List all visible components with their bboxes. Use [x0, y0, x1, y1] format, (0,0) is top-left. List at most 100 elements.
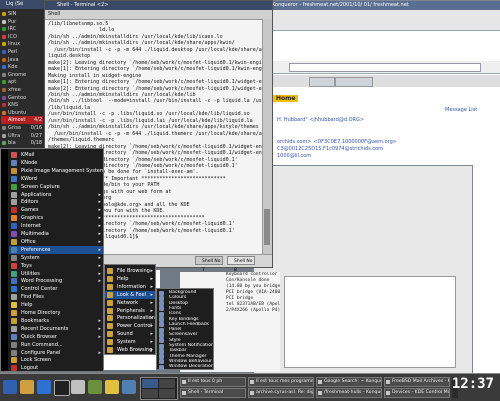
kmenu-item[interactable]: Internet ▸ [9, 222, 103, 230]
submenu-arrow-icon: ▸ [150, 339, 153, 346]
konqueror-icon[interactable] [37, 380, 51, 394]
taskbar-button[interactable]: Il est tous mes programmes à LANIC [248, 377, 314, 387]
taskbar-button[interactable]: /freshmeat-hulls - Konqueror [316, 388, 382, 398]
preferences-item[interactable]: Peripherals ▸ [105, 307, 155, 315]
kmenu-item[interactable]: Pixie Image Management System [9, 167, 103, 175]
device-list[interactable] [284, 276, 456, 368]
kmenu-item-icon [11, 175, 17, 182]
bookmark-button[interactable] [309, 77, 335, 87]
taskbar-button[interactable]: Google Search: ~ Konqueror [316, 377, 382, 387]
email-line-3[interactable]: 1000@lil.com [277, 153, 311, 159]
kmenu-item[interactable]: Quick Browser ▸ [9, 333, 103, 341]
kmenu-item-label: KWord [21, 175, 37, 182]
terminal-tab[interactable]: Shell [48, 11, 60, 17]
browser-toolbar [269, 10, 500, 31]
taskbar-button[interactable]: Il est tous 0 ph [180, 377, 246, 387]
kmenu-item[interactable]: Control Center [9, 285, 103, 293]
look-feel-item[interactable]: Window Decoration [157, 364, 213, 370]
terminal-line: make[1]: Entering directory `/home/seb/w… [48, 66, 262, 73]
konsole-tab-8[interactable]: Shell No 8 [227, 256, 255, 273]
kmenu-item[interactable]: Home Directory [9, 309, 103, 317]
kmenu-item-label: Internet [21, 223, 41, 230]
mail-icon[interactable] [71, 380, 85, 394]
kmenu-item[interactable]: Word Processing ▸ [9, 277, 103, 285]
kmenu-item[interactable]: Games ▸ [9, 206, 103, 214]
kmenu-item[interactable]: Office ▸ [9, 238, 103, 246]
kmenu-item-icon [11, 167, 17, 174]
preferences-item[interactable]: Information ▸ [105, 283, 155, 291]
task-window-icon [386, 391, 390, 395]
editor-icon[interactable] [88, 380, 102, 394]
submenu-arrow-icon: ▸ [150, 283, 153, 290]
look-feel-item-label: Panel [169, 327, 182, 333]
email-line-2[interactable]: C3@0012C25D15.F1c0974@strichids.com [277, 146, 383, 152]
pager-desk-1[interactable] [142, 379, 158, 388]
preferences-item[interactable]: Network ▸ [105, 299, 155, 307]
kmenu-item[interactable]: Recent Documents ▸ [9, 325, 103, 333]
sidebar-item[interactable]: bla 0/18 [1, 139, 43, 147]
submenu-arrow-icon: ▸ [98, 223, 101, 230]
preferences-item[interactable]: Personalization ▸ [105, 314, 155, 322]
kmenu-item-label: System [21, 254, 40, 261]
terminal-icon[interactable] [54, 380, 70, 396]
location-input[interactable] [289, 63, 481, 72]
taskbar-button[interactable]: archive.cyrus-asl. Re: digest-md [248, 388, 314, 398]
folder-icon [107, 339, 113, 346]
preferences-item[interactable]: Help ▸ [105, 275, 155, 283]
taskbar-button[interactable]: Devices - KDE Control Module [384, 388, 450, 398]
terminal-scrollbar[interactable] [262, 19, 272, 255]
preferences-item[interactable]: File Browsing ▸ [105, 267, 155, 275]
kmenu: KMail KNode Pixie Image Management System K… [0, 148, 104, 372]
kmenu-item[interactable]: Editors ▸ [9, 198, 103, 206]
desktop-pager[interactable] [140, 377, 178, 400]
kmenu-item[interactable]: System ▸ [9, 254, 103, 262]
kmenu-item[interactable]: KNode [9, 159, 103, 167]
browser-titlebar[interactable]: Konqueror - freshmeat.net/2001/10/ 01/ f… [269, 1, 500, 10]
kmenu-item-icon [11, 238, 17, 245]
kmenu-item[interactable]: Logout [9, 364, 103, 372]
kmenu-item[interactable]: Bookmarks ▸ [9, 317, 103, 325]
kmenu-item[interactable]: Help [9, 301, 103, 309]
kmenu-item[interactable]: Multimedia ▸ [9, 230, 103, 238]
clock[interactable]: 12:37 [452, 376, 494, 392]
preferences-item[interactable]: System ▸ [105, 338, 155, 346]
kmenu-item[interactable]: Applications ▸ [9, 191, 103, 199]
kmenu-item[interactable]: Toys ▸ [9, 262, 103, 270]
browser-bookmarks [269, 75, 500, 87]
kmenu-item-label: Word Processing [21, 278, 63, 285]
settings-icon[interactable] [122, 380, 136, 394]
kmenu-item[interactable]: Configure Panel ▸ [9, 349, 103, 357]
preferences-item[interactable]: Look & Feel ▸ [105, 290, 155, 299]
pager-desk-3[interactable] [142, 389, 158, 398]
channel-icon [2, 133, 6, 138]
kmenu-item[interactable]: Lock Screen [9, 356, 103, 364]
message-list-label[interactable]: Message List [445, 107, 477, 113]
kmenu-item[interactable]: Run Command... [9, 341, 103, 349]
home-icon[interactable] [20, 380, 34, 394]
kmenu-item[interactable]: KMail [9, 151, 103, 159]
taskbar-button[interactable]: FreeBSD Mail Archives - Konqueror [384, 377, 450, 387]
kmenu-button-icon[interactable] [3, 380, 17, 394]
kmenu-item[interactable]: Screen Capture [9, 183, 103, 191]
entertainment-bookmark[interactable] [335, 77, 373, 87]
kmenu-item[interactable]: Find Files [9, 293, 103, 301]
scroll-thumb[interactable] [264, 209, 270, 245]
pager-desk-4[interactable] [159, 389, 175, 398]
help-icon[interactable] [105, 380, 119, 394]
preferences-item[interactable]: Power Control ▸ [105, 322, 155, 330]
preferences-item[interactable]: Web Browsing ▸ [105, 346, 155, 354]
email-line-1[interactable]: orchids.com> <DF3C0E7.1000000F@aem.org> [277, 139, 397, 145]
kmenu-item[interactable]: Preferences ▸ [9, 245, 103, 254]
submenu-arrow-icon: ▸ [150, 291, 153, 298]
kmenu-item[interactable]: KWord [9, 175, 103, 183]
submenu-arrow-icon: ▸ [98, 278, 101, 285]
terminal-line: /bin/sh ../admin/mkinstalldirs /usr/loca… [48, 124, 259, 131]
kmenu-item[interactable]: Graphics ▸ [9, 214, 103, 222]
preferences-item[interactable]: Sound ▸ [105, 330, 155, 338]
taskbar-button[interactable]: Shell - Terminal [180, 388, 246, 398]
kmenu-item-icon [11, 231, 17, 237]
kmenu-item[interactable]: Utilities ▸ [9, 270, 103, 278]
terminal-titlebar[interactable]: Shell - Terminal <2> [45, 1, 272, 10]
pager-desk-2[interactable] [159, 379, 175, 388]
konsole-tab-7[interactable]: Shell No 7 [195, 256, 223, 273]
